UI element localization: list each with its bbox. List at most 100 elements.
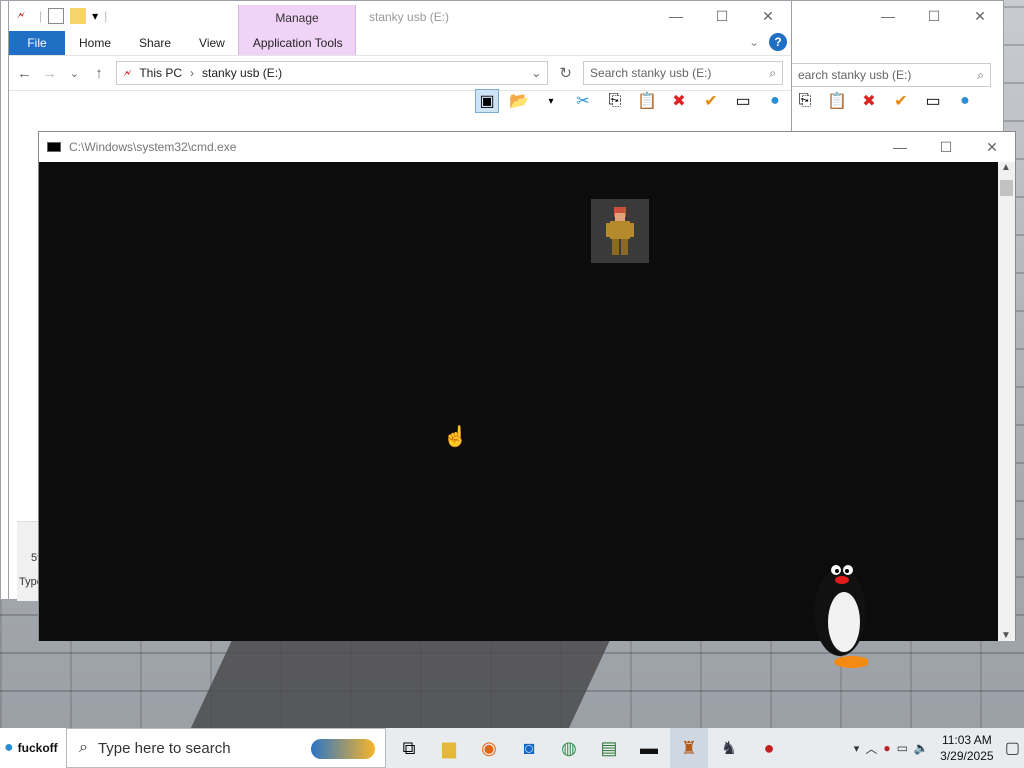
task-manager-icon[interactable]: ▤ <box>590 728 628 768</box>
address-row: ← → ⌄ ↑ 🗲 This PC › stanky usb (E:) ⌄ ↻ … <box>9 55 791 91</box>
close-icon[interactable]: ✕ <box>969 132 1015 162</box>
wallpaper-shadow <box>190 640 610 730</box>
check-icon[interactable]: ✔ <box>889 89 913 113</box>
dog-app-icon[interactable]: ♞ <box>710 728 748 768</box>
drive-icon: 🗲 <box>17 8 25 22</box>
forward-arrow-icon[interactable]: → <box>42 65 57 82</box>
properties-icon[interactable]: ● <box>953 89 977 113</box>
ribbon-tabs: Manage File Home Share View Application … <box>9 5 791 55</box>
search-highlight-icon[interactable] <box>311 739 375 759</box>
delete-icon[interactable]: ✖ <box>667 89 691 113</box>
tab-home[interactable]: Home <box>65 31 125 55</box>
quick-access-toolbar: 🗲 | ▾ | <box>17 8 108 24</box>
minimize-icon[interactable]: — <box>653 1 699 31</box>
cmd-scrollbar[interactable]: ▲ ▼ <box>998 162 1015 641</box>
network-icon[interactable]: ▭ <box>897 741 908 755</box>
recent-dropdown-icon[interactable]: ⌄ <box>67 67 82 80</box>
new-folder-icon[interactable] <box>70 8 87 24</box>
start-label: fuckoff <box>17 741 58 755</box>
open-folder-icon[interactable]: 📂 <box>507 89 531 113</box>
maximize-icon[interactable]: ☐ <box>911 1 957 31</box>
help-icon[interactable]: ? <box>769 33 787 51</box>
cut-icon[interactable]: ✂ <box>571 89 595 113</box>
cmd-caption-buttons: — ☐ ✕ <box>877 132 1015 162</box>
cmd-taskbar-icon[interactable]: ▬ <box>630 728 668 768</box>
delete-icon[interactable]: ✖ <box>857 89 881 113</box>
copy-icon[interactable]: ⎘ <box>603 89 627 113</box>
search-icon: ⌕ <box>977 67 984 82</box>
caption-buttons: — ☐ ✕ <box>653 1 791 31</box>
dropdown-icon[interactable]: ▾ <box>539 89 563 113</box>
notifications-icon[interactable]: ▢ <box>1005 738 1020 758</box>
paste-icon[interactable]: 📋 <box>635 89 659 113</box>
taskbar: ● fuckoff ⌕ Type here to search ⧉ ▆ ◉ ◙ … <box>0 728 1024 768</box>
clock-date: 3/29/2025 <box>940 749 994 763</box>
search-icon: ⌕ <box>769 65 777 80</box>
outlook-icon[interactable]: ◙ <box>510 728 548 768</box>
show-hidden-icons[interactable]: ︿ <box>865 740 877 757</box>
properties-icon[interactable]: ● <box>763 89 787 113</box>
properties-qat-icon[interactable] <box>48 8 65 24</box>
preview-pane-icon[interactable]: ▣ <box>475 89 499 113</box>
system-tray: ▾ ︿ ● ▭ 🔈 11:03 AM 3/29/2025 ▢ <box>854 728 1024 768</box>
cmd-titlebar[interactable]: C:\Windows\system32\cmd.exe — ☐ ✕ <box>39 132 1015 162</box>
up-arrow-icon[interactable]: ↑ <box>92 65 107 82</box>
search-input[interactable]: Search stanky usb (E:) ⌕ <box>583 61 784 85</box>
task-view-icon[interactable]: ⧉ <box>390 728 428 768</box>
paste-icon[interactable]: 📋 <box>825 89 849 113</box>
hand-cursor-icon: ☝ <box>443 426 468 448</box>
drive-icon: 🗲 <box>123 65 132 80</box>
clock-time: 11:03 AM <box>941 733 992 747</box>
rename-icon[interactable]: ▭ <box>731 89 755 113</box>
window-title: stanky usb (E:) <box>369 10 450 24</box>
clock[interactable]: 11:03 AM 3/29/2025 <box>935 732 999 764</box>
search-icon: ⌕ <box>79 739 88 756</box>
cmd-icon <box>47 142 61 152</box>
copy-icon[interactable]: ⎘ <box>793 89 817 113</box>
tray-app-icon[interactable]: ● <box>883 741 890 755</box>
back-search-input[interactable]: earch stanky usb (E:) ⌕ <box>791 63 991 87</box>
volume-icon[interactable]: 🔈 <box>914 741 929 755</box>
breadcrumb-drive[interactable]: stanky usb (E:) <box>202 66 282 80</box>
address-bar[interactable]: 🗲 This PC › stanky usb (E:) ⌄ <box>116 61 549 85</box>
soldier-sprite <box>591 199 649 263</box>
ribbon-toolbar: ▣ 📂 ▾ ✂ ⎘ 📋 ✖ ✔ ▭ ● <box>475 89 787 113</box>
maximize-icon[interactable]: ☐ <box>923 132 969 162</box>
maps-icon[interactable]: ◍ <box>550 728 588 768</box>
bird-app-icon[interactable]: ● <box>750 728 788 768</box>
start-button[interactable]: ● fuckoff <box>0 728 66 768</box>
ribbon-expand-icon[interactable]: ⌄ <box>749 35 759 49</box>
close-icon[interactable]: ✕ <box>957 1 1003 31</box>
back-caption-buttons: — ☐ ✕ <box>865 1 1003 31</box>
taskbar-apps: ⧉ ▆ ◉ ◙ ◍ ▤ ▬ ♜ ♞ ● <box>390 728 788 768</box>
rename-icon[interactable]: ▭ <box>921 89 945 113</box>
back-arrow-icon[interactable]: ← <box>17 65 32 82</box>
start-icon: ● <box>4 739 14 756</box>
cmd-window: C:\Windows\system32\cmd.exe — ☐ ✕ ☝ ▲ ▼ <box>38 131 1016 641</box>
penguin-sprite <box>812 552 870 672</box>
taskbar-search[interactable]: ⌕ Type here to search <box>66 728 386 768</box>
tab-view[interactable]: View <box>185 31 239 55</box>
close-icon[interactable]: ✕ <box>745 1 791 31</box>
scroll-up-icon[interactable]: ▲ <box>1001 162 1011 173</box>
refresh-icon[interactable]: ↻ <box>558 64 573 82</box>
address-dropdown-icon[interactable]: ⌄ <box>531 66 541 80</box>
manage-label: Manage <box>275 11 319 25</box>
tab-application-tools[interactable]: Application Tools <box>239 31 357 55</box>
minimize-icon[interactable]: — <box>877 132 923 162</box>
tray-scroll-icon[interactable]: ▾ <box>854 742 860 755</box>
tab-share[interactable]: Share <box>125 31 185 55</box>
check-icon[interactable]: ✔ <box>699 89 723 113</box>
breadcrumb-this-pc[interactable]: This PC <box>139 66 182 80</box>
firefox-icon[interactable]: ◉ <box>470 728 508 768</box>
scroll-thumb[interactable] <box>1000 180 1013 196</box>
scroll-down-icon[interactable]: ▼ <box>1001 630 1011 641</box>
qat-dropdown-icon[interactable]: ▾ <box>92 9 98 23</box>
tab-file[interactable]: File <box>9 31 65 55</box>
file-explorer-icon[interactable]: ▆ <box>430 728 468 768</box>
cmd-title: C:\Windows\system32\cmd.exe <box>69 140 237 154</box>
minimize-icon[interactable]: — <box>865 1 911 31</box>
maximize-icon[interactable]: ☐ <box>699 1 745 31</box>
soldier-app-icon[interactable]: ♜ <box>670 728 708 768</box>
taskbar-search-placeholder: Type here to search <box>97 739 231 757</box>
